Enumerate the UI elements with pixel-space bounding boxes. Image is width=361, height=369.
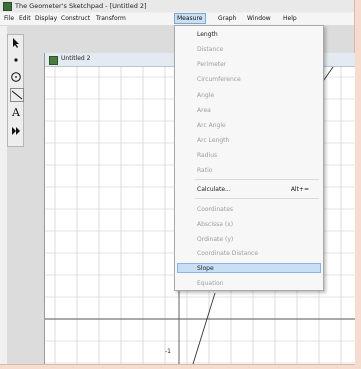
menu-item-distance[interactable]: Distance (197, 46, 223, 53)
measure-dropdown-menu: Length Distance Perimeter Circumference … (174, 25, 324, 291)
custom-tool-icon[interactable] (10, 125, 22, 137)
arrow-tool-icon[interactable] (10, 37, 22, 49)
menu-item-ratio[interactable]: Ratio (197, 167, 212, 174)
menu-item-coordinate-distance[interactable]: Coordinate Distance (197, 250, 258, 257)
menu-item-abscissa[interactable]: Abscissa (x) (197, 221, 233, 228)
menu-construct[interactable]: Construct (59, 14, 92, 23)
text-tool-icon[interactable]: A (10, 107, 22, 119)
document-icon (49, 56, 58, 65)
menu-item-radius[interactable]: Radius (197, 152, 217, 159)
menu-item-calculate[interactable]: Calculate... (197, 186, 231, 193)
document-title: Untitled 2 (61, 55, 91, 62)
menu-edit[interactable]: Edit (17, 14, 33, 23)
menu-item-length[interactable]: Length (197, 31, 218, 38)
menu-measure[interactable]: Measure (174, 13, 206, 24)
menu-item-coordinates[interactable]: Coordinates (197, 206, 233, 213)
menu-file[interactable]: File (2, 14, 16, 23)
window-title: The Geometer's Sketchpad - [Untitled 2] (15, 2, 147, 10)
menu-item-arc-length[interactable]: Arc Length (197, 137, 229, 144)
menu-item-calculate-shortcut: Alt+= (290, 186, 309, 193)
menu-separator (195, 198, 319, 199)
menu-window[interactable]: Window (245, 14, 273, 23)
menu-item-circumference[interactable]: Circumference (197, 76, 241, 83)
menu-item-arc-angle[interactable]: Arc Angle (197, 122, 226, 129)
menu-item-perimeter[interactable]: Perimeter (197, 61, 226, 68)
compass-tool-icon[interactable] (10, 71, 22, 83)
straightedge-tool-icon[interactable] (10, 88, 24, 102)
menu-item-equation[interactable]: Equation (197, 280, 224, 287)
menu-item-area[interactable]: Area (197, 107, 211, 114)
point-tool-icon[interactable] (10, 54, 22, 66)
menu-transform[interactable]: Transform (94, 14, 128, 23)
menu-item-slope[interactable]: Slope (197, 265, 214, 272)
toolbox: A (7, 34, 24, 147)
title-bar: The Geometer's Sketchpad - [Untitled 2] (0, 0, 354, 12)
menu-graph[interactable]: Graph (216, 14, 238, 23)
sketchpad-app-icon (3, 1, 12, 11)
menu-item-ordinate[interactable]: Ordinate (y) (197, 236, 233, 243)
plotted-line-lower (192, 292, 216, 364)
sketchpad-window: The Geometer's Sketchpad - [Untitled 2] … (0, 0, 355, 365)
axis-tick-label: -1 (165, 348, 171, 355)
menu-display[interactable]: Display (33, 14, 59, 23)
menu-item-angle[interactable]: Angle (197, 92, 214, 99)
menu-help[interactable]: Help (281, 14, 299, 23)
menu-separator (195, 179, 319, 180)
